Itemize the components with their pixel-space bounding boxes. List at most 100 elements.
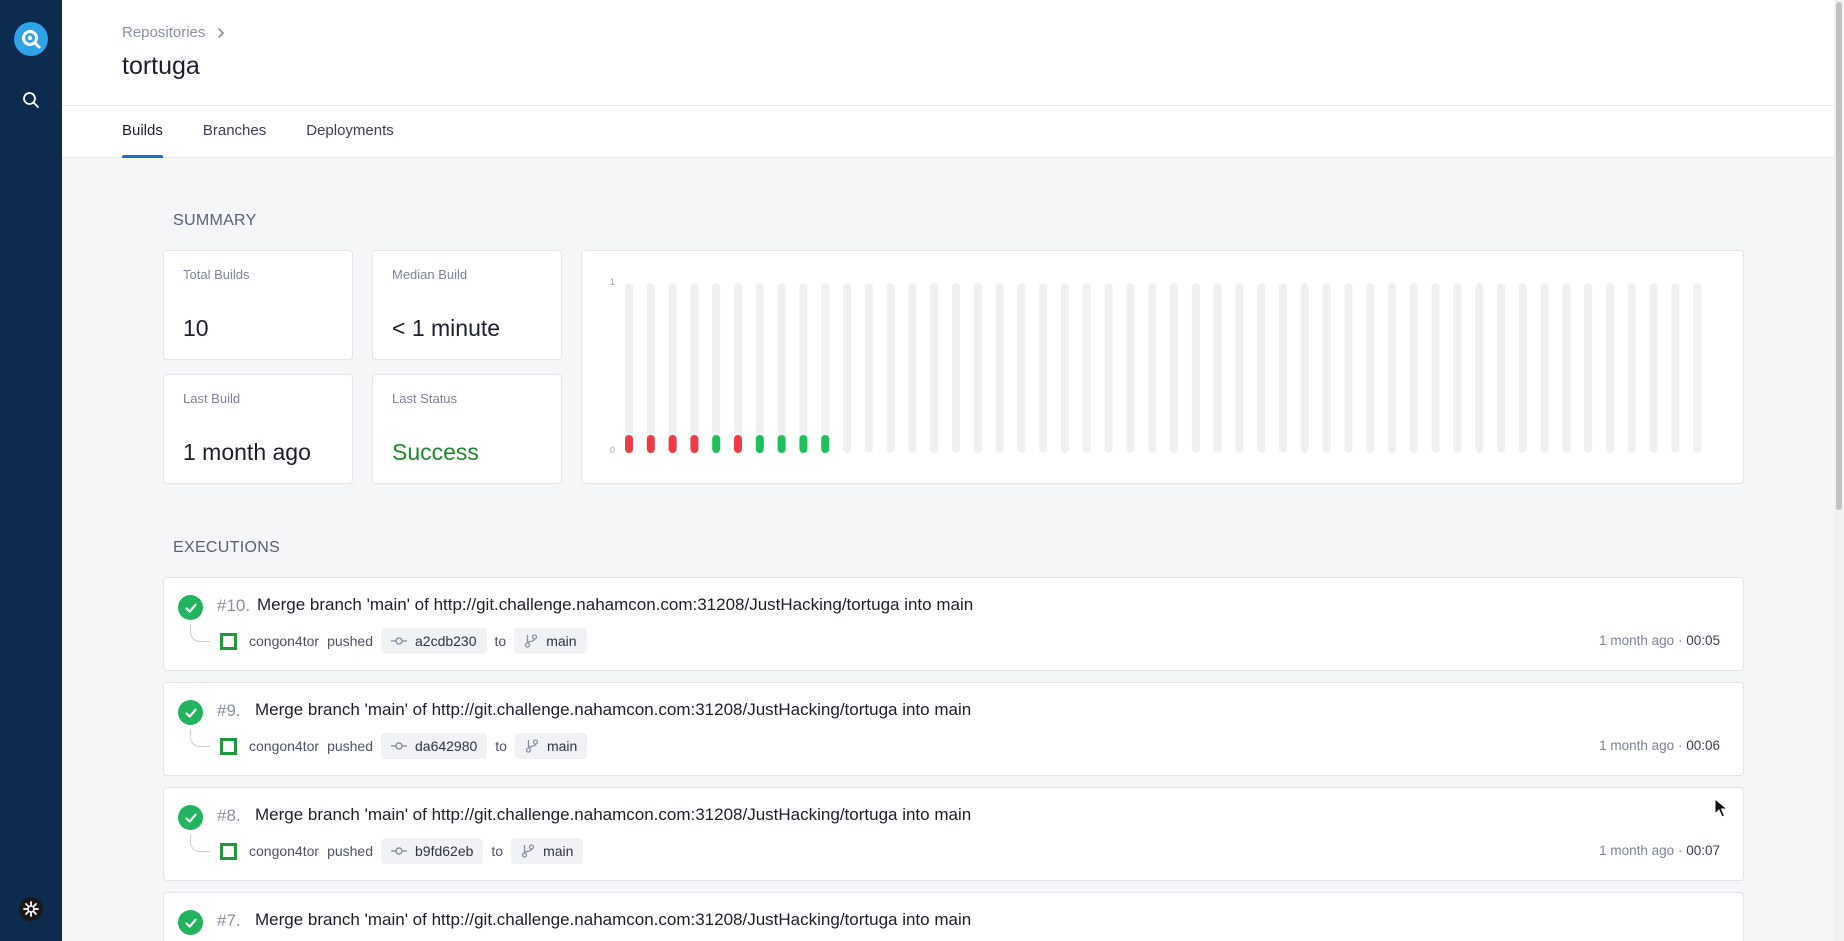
- chart-bar-track: [1191, 283, 1200, 453]
- chart-bar-failure[interactable]: [690, 435, 699, 453]
- chart-bar-track: [1409, 283, 1418, 453]
- chart-bar-track: [1453, 283, 1462, 453]
- execution-number: #9.: [217, 701, 241, 720]
- chart-bar-track: [1170, 283, 1178, 453]
- author-avatar: [220, 842, 237, 860]
- chart-bar-track: [864, 283, 873, 453]
- tree-connector: [190, 834, 210, 852]
- tree-connector: [190, 729, 210, 747]
- time-ago: 1 month ago: [1599, 633, 1675, 648]
- branch-icon: [525, 739, 539, 753]
- branch-chip[interactable]: main: [514, 733, 588, 759]
- success-check-icon: [178, 805, 203, 830]
- drone-logo-icon[interactable]: [14, 22, 48, 56]
- chart-bar-track: [908, 283, 917, 453]
- chart-bar-track: [1627, 283, 1636, 453]
- branch-chip[interactable]: main: [514, 628, 587, 654]
- execution-row[interactable]: #9. Merge branch 'main' of http://git.ch…: [163, 682, 1744, 776]
- to-label: to: [494, 633, 507, 649]
- event-action: pushed: [327, 738, 373, 754]
- page-scrollbar[interactable]: [1834, 0, 1844, 941]
- execution-message[interactable]: Merge branch 'main' of http://git.challe…: [255, 805, 971, 825]
- chart-bar-success[interactable]: [755, 435, 764, 453]
- execution-row[interactable]: #7. Merge branch 'main' of http://git.ch…: [163, 892, 1744, 941]
- y-tick-label: 1: [610, 277, 615, 287]
- branch-name: main: [546, 738, 578, 754]
- chart-bar-failure[interactable]: [668, 435, 677, 453]
- event-action: pushed: [327, 633, 373, 649]
- chart-bar-failure[interactable]: [646, 435, 655, 453]
- execution-number: #10.: [217, 596, 251, 615]
- page-header: Repositories tortuga Builds Branches Dep…: [62, 0, 1844, 158]
- execution-message[interactable]: Merge branch 'main' of http://git.challe…: [257, 595, 973, 615]
- build-history-chart: 10: [581, 250, 1744, 484]
- chart-bar-track: [1322, 283, 1331, 453]
- scrollbar-thumb[interactable]: [1836, 2, 1842, 510]
- chart-bar-track: [1366, 283, 1375, 453]
- chart-bar-track: [1388, 283, 1396, 453]
- last-status-value: Success: [392, 439, 479, 465]
- to-label: to: [495, 738, 507, 754]
- chart-bar-track: [1039, 283, 1048, 453]
- chart-bar-track: [952, 283, 960, 453]
- median-build-label: Median Build: [392, 267, 468, 282]
- commit-sha: b9fd62eb: [415, 843, 474, 859]
- total-builds-value: 10: [183, 315, 209, 341]
- search-icon[interactable]: [20, 89, 42, 111]
- breadcrumb-repositories-link[interactable]: Repositories: [122, 24, 205, 41]
- execution-number: #8.: [217, 806, 241, 825]
- execution-time: 1 month ago · 00:05: [1599, 633, 1720, 648]
- chart-bar-track: [712, 283, 721, 453]
- branch-chip[interactable]: main: [511, 838, 584, 864]
- user-avatar-icon[interactable]: [19, 897, 43, 921]
- commit-chip[interactable]: b9fd62eb: [381, 838, 484, 864]
- sidebar: [0, 0, 62, 941]
- chart-bar-failure[interactable]: [625, 435, 633, 453]
- branch-name: main: [546, 633, 577, 649]
- chart-bar-track: [1104, 283, 1113, 453]
- execution-message[interactable]: Merge branch 'main' of http://git.challe…: [255, 910, 971, 930]
- build-duration: 00:06: [1686, 738, 1720, 753]
- success-check-icon: [178, 700, 203, 725]
- tab-deployments[interactable]: Deployments: [306, 106, 394, 158]
- chart-bar-track: [1497, 283, 1505, 453]
- commit-chip[interactable]: a2cdb230: [381, 628, 487, 654]
- execution-message[interactable]: Merge branch 'main' of http://git.challe…: [255, 700, 971, 720]
- to-label: to: [491, 843, 504, 859]
- mouse-cursor-icon: [1714, 798, 1728, 818]
- chart-bar-track: [1300, 283, 1309, 453]
- chart-bar-success[interactable]: [799, 435, 808, 453]
- build-duration: 00:05: [1686, 633, 1720, 648]
- author-avatar: [220, 737, 237, 755]
- tab-builds[interactable]: Builds: [122, 106, 163, 158]
- execution-number: #7.: [217, 911, 241, 930]
- chart-bar-track: [1082, 283, 1091, 453]
- execution-meta: congon4tor pushed a2cdb230 to main: [220, 628, 587, 654]
- chart-bar-success[interactable]: [821, 435, 830, 453]
- chevron-right-icon: [218, 27, 225, 38]
- author-name: congon4tor: [249, 843, 320, 859]
- commit-sha: a2cdb230: [415, 633, 477, 649]
- chart-bar-track: [1344, 283, 1353, 453]
- commit-icon: [391, 742, 407, 750]
- tab-branches[interactable]: Branches: [203, 106, 266, 158]
- chart-bar-success[interactable]: [712, 435, 721, 453]
- chart-bar-track: [799, 283, 808, 453]
- execution-meta: congon4tor pushed da642980 to main: [220, 733, 588, 759]
- total-builds-card: Total Builds 10: [163, 250, 353, 360]
- chart-bar-failure[interactable]: [734, 435, 742, 453]
- time-separator: ·: [1677, 843, 1683, 858]
- executions-heading: EXECUTIONS: [173, 539, 281, 556]
- total-builds-label: Total Builds: [183, 267, 250, 282]
- summary-heading: SUMMARY: [173, 212, 257, 229]
- execution-time: 1 month ago · 00:07: [1599, 843, 1720, 858]
- execution-row[interactable]: #10. Merge branch 'main' of http://git.c…: [163, 577, 1744, 671]
- median-build-value: < 1 minute: [392, 315, 501, 341]
- commit-icon: [391, 847, 407, 855]
- execution-row[interactable]: #8. Merge branch 'main' of http://git.ch…: [163, 787, 1744, 881]
- commit-chip[interactable]: da642980: [381, 733, 488, 759]
- execution-meta: congon4tor pushed b9fd62eb to main: [220, 838, 584, 864]
- chart-bar-track: [755, 283, 764, 453]
- chart-bar-success[interactable]: [777, 435, 786, 453]
- chart-bar-track: [1017, 283, 1026, 453]
